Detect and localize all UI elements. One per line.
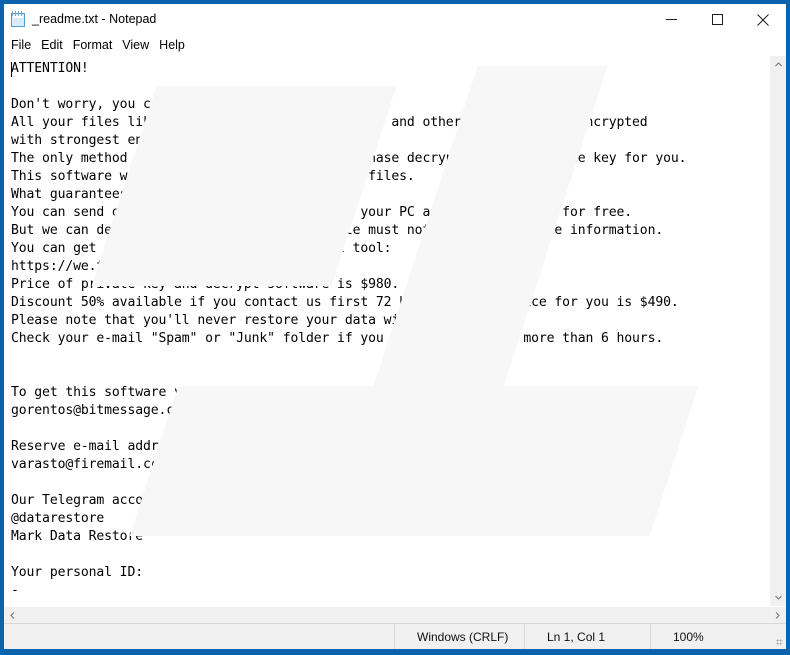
status-cursor-position[interactable]: Ln 1, Col 1 [524, 624, 650, 649]
menu-item-view[interactable]: View [122, 35, 155, 56]
menu-item-format[interactable]: Format [73, 35, 119, 56]
vertical-scrollbar[interactable] [769, 56, 786, 606]
chevron-right-icon [775, 611, 780, 619]
menu-item-edit[interactable]: Edit [41, 35, 69, 56]
status-bar-spacer [4, 624, 394, 649]
close-icon [757, 13, 769, 26]
editor-area: ATTENTION! Don't worry, you can return a… [4, 56, 786, 623]
minimize-button[interactable] [648, 4, 694, 35]
title-bar[interactable]: _readme.txt - Notepad [4, 4, 786, 35]
horizontal-scrollbar[interactable] [4, 606, 786, 623]
window-title: _readme.txt - Notepad [32, 12, 157, 26]
menu-item-file[interactable]: File [11, 35, 37, 56]
scroll-left-button[interactable] [4, 607, 21, 623]
minimize-icon [665, 19, 677, 20]
text-caret [11, 62, 12, 77]
scroll-up-button[interactable] [770, 56, 786, 73]
status-bar: Windows (CRLF) Ln 1, Col 1 100% [4, 623, 786, 649]
menu-bar: File Edit Format View Help [4, 35, 786, 56]
scroll-right-button[interactable] [769, 607, 786, 623]
notepad-window: _readme.txt - Notepad File Edit Format V… [0, 0, 790, 655]
scroll-down-button[interactable] [770, 589, 786, 606]
chevron-up-icon [774, 62, 782, 67]
close-button[interactable] [740, 4, 786, 35]
status-zoom-level[interactable]: 100% [650, 624, 770, 649]
maximize-icon [711, 14, 723, 25]
window-controls [648, 4, 786, 35]
text-row: ATTENTION! Don't worry, you can return a… [4, 56, 786, 606]
maximize-button[interactable] [694, 4, 740, 35]
resize-grip-icon[interactable] [770, 624, 786, 649]
vertical-scroll-track[interactable] [770, 73, 786, 589]
title-bar-left: _readme.txt - Notepad [4, 4, 156, 35]
text-editor[interactable]: ATTENTION! Don't worry, you can return a… [4, 56, 769, 606]
horizontal-scroll-track[interactable] [21, 607, 769, 623]
chevron-left-icon [10, 611, 15, 619]
ransom-note-text: ATTENTION! Don't worry, you can return a… [11, 61, 687, 598]
chevron-down-icon [774, 595, 782, 600]
notepad-icon [10, 11, 27, 28]
status-line-ending[interactable]: Windows (CRLF) [394, 624, 524, 649]
menu-item-help[interactable]: Help [159, 35, 191, 56]
